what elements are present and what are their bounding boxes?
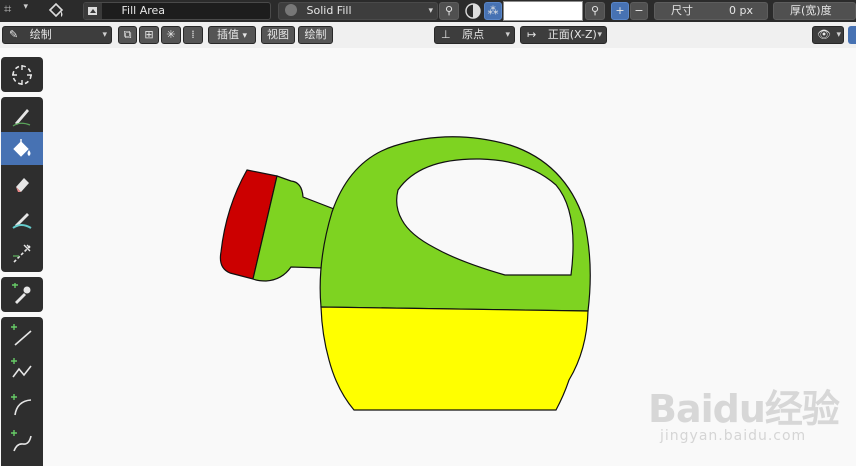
can-lower-body-yellow bbox=[320, 306, 589, 411]
watermark-url: jingyan.baidu.com bbox=[660, 428, 807, 444]
can-upper-body-green bbox=[319, 136, 591, 312]
watermark-brand: Baidu经验 bbox=[648, 387, 840, 431]
